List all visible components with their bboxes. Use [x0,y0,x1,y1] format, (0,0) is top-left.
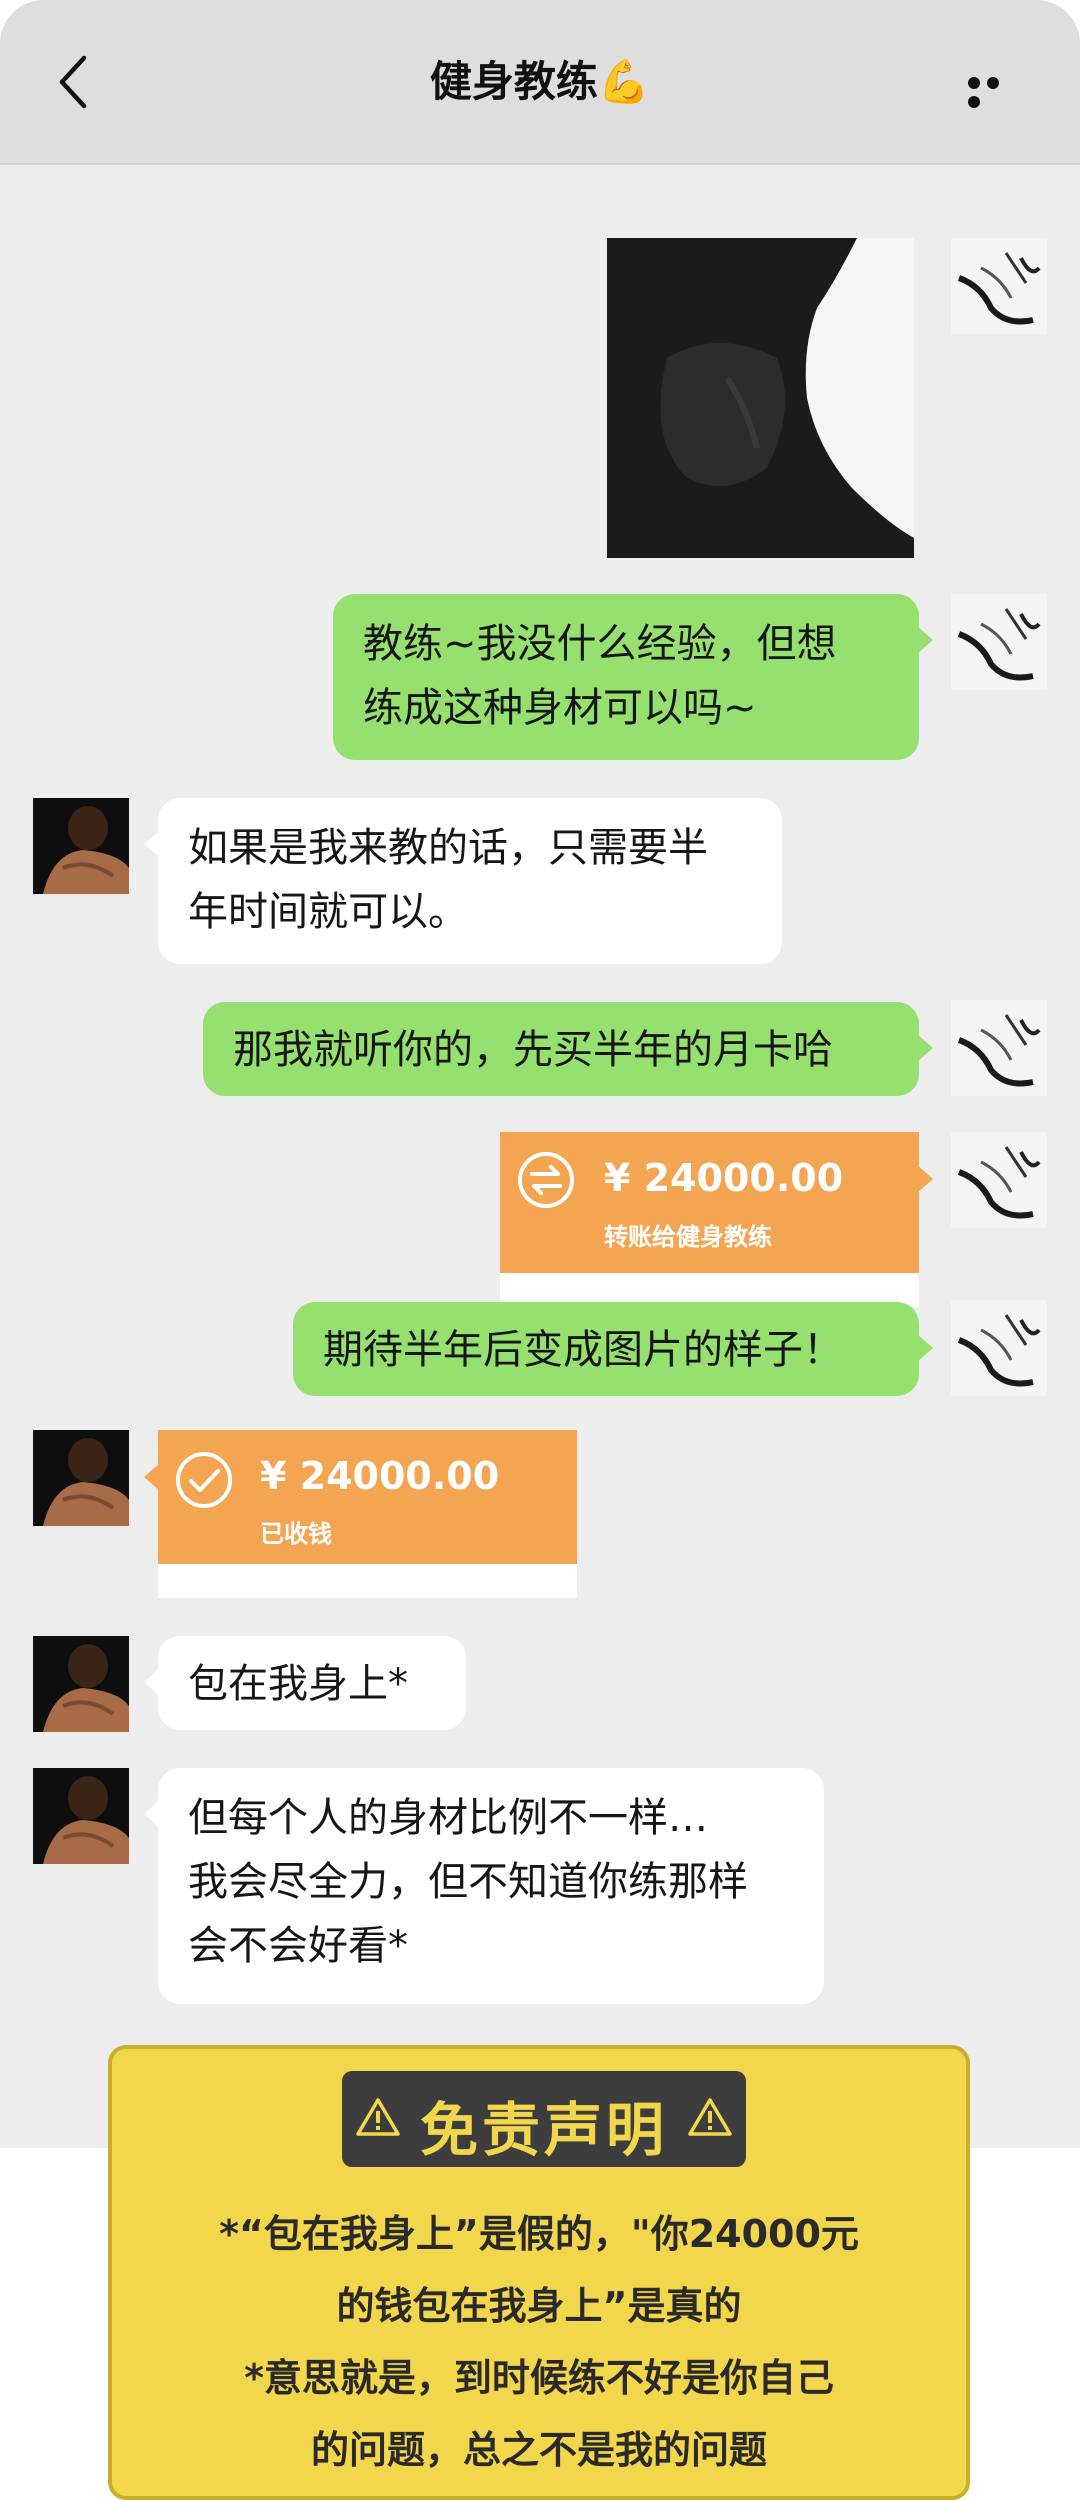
disclaimer-title-tag: 免责声明 [342,2071,746,2167]
message-text: 教练~我没什么经验，但想 [363,621,837,667]
message-text: 年时间就可以。 [188,889,468,935]
disclaimer-line: *“包在我身上”是假的，"你24000元 [219,2212,859,2256]
transfer-status: 已收钱 [260,1520,332,1548]
message-text: 但每个人的身材比例不一样… [188,1795,708,1841]
more-options-icon[interactable] [968,74,1024,108]
disclaimer-line: 的钱包在我身上”是真的 [336,2284,742,2328]
transfer-card-received[interactable]: ¥ 24000.00 已收钱 [144,1430,577,1598]
chat-header: 健身教练💪 [0,0,1080,165]
disclaimer-line: 的问题，总之不是我的问题 [310,2428,767,2472]
coach-avatar[interactable] [33,1636,129,1732]
sent-photo[interactable] [607,238,914,558]
message-text: 期待半年后变成图片的样子！ [323,1327,843,1373]
message-text: 练成这种身材可以吗~ [363,685,757,731]
my-avatar[interactable] [951,238,1047,334]
message-bubble-received[interactable]: 如果是我来教的话，只需要半 年时间就可以。 [144,798,782,964]
my-avatar[interactable] [951,1300,1047,1396]
transfer-amount: ¥ 24000.00 [604,1156,844,1200]
transfer-note: 转账给健身教练 [604,1223,772,1251]
my-avatar[interactable] [951,1000,1047,1096]
transfer-amount: ¥ 24000.00 [260,1454,500,1498]
message-bubble-received[interactable]: 包在我身上* [144,1636,466,1730]
message-text: 我会尽全力，但不知道你练那样 [188,1859,748,1905]
message-text: 包在我身上* [188,1661,408,1707]
disclaimer-panel: 免责声明 *“包在我身上”是假的，"你24000元 的钱包在我身上”是真的 *意… [108,2045,970,2500]
warning-icon [688,2098,732,2136]
transfer-icon [518,1152,574,1208]
coach-avatar[interactable] [33,1430,129,1526]
message-bubble-sent[interactable]: 那我就听你的，先买半年的月卡哈 [203,1002,933,1096]
coach-avatar[interactable] [33,798,129,894]
message-text: 那我就听你的，先买半年的月卡哈 [233,1027,833,1073]
check-circle-icon [176,1452,232,1508]
message-bubble-sent[interactable]: 期待半年后变成图片的样子！ [293,1302,933,1396]
disclaimer-title: 免责声明 [419,2096,668,2164]
coach-avatar[interactable] [33,1768,129,1864]
message-text: 会不会好看* [188,1923,408,1969]
message-text: 如果是我来教的话，只需要半 [188,825,708,871]
chat-screen: 健身教练💪 教练~我没什么经验，但想 练成这种身材可以吗~ 如果是我来教的话，只… [0,0,1080,2500]
message-bubble-received[interactable]: 但每个人的身材比例不一样… 我会尽全力，但不知道你练那样 会不会好看* [144,1768,824,2004]
disclaimer-line: *意思就是，到时候练不好是你自己 [244,2356,834,2400]
my-avatar[interactable] [951,594,1047,690]
transfer-card-sent[interactable]: ¥ 24000.00 转账给健身教练 [500,1132,933,1307]
my-avatar[interactable] [951,1132,1047,1228]
message-bubble-sent[interactable]: 教练~我没什么经验，但想 练成这种身材可以吗~ [333,594,933,760]
chat-title: 健身教练💪 [429,57,651,106]
